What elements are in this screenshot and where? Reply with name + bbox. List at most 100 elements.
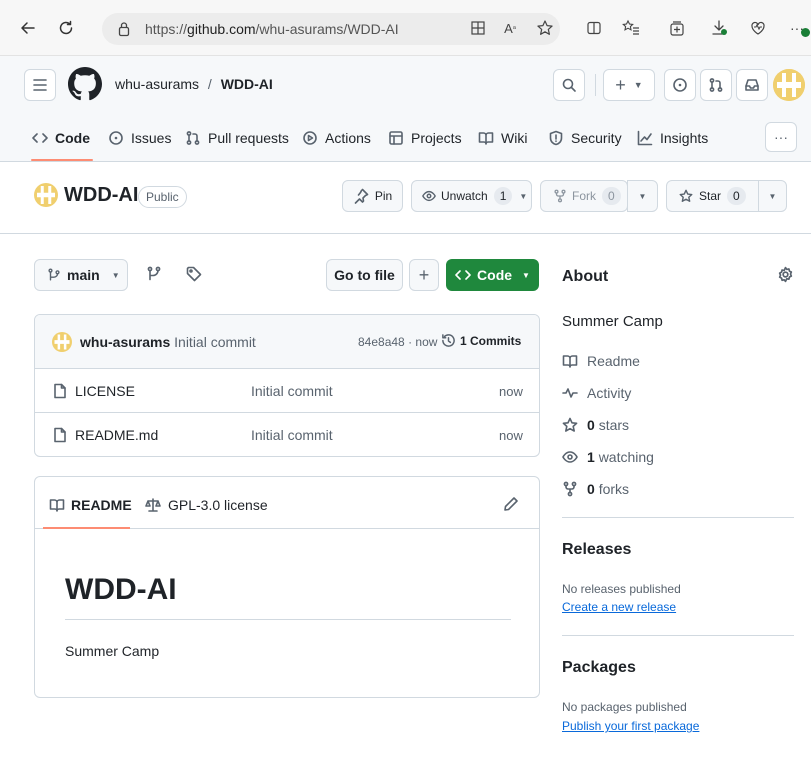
releases-empty-text: No releases published (562, 582, 681, 596)
create-new-button[interactable]: + ▼ (603, 69, 655, 101)
releases-title[interactable]: Releases (562, 541, 631, 559)
publish-package-link[interactable]: Publish your first package (562, 719, 699, 733)
breadcrumb-repo[interactable]: WDD-AI (221, 76, 273, 92)
lock-icon[interactable] (117, 21, 131, 37)
tab-wiki[interactable]: Wiki (478, 128, 527, 148)
unwatch-button[interactable]: Unwatch 1 ▼ (411, 180, 532, 212)
star-button[interactable]: Star 0 (666, 180, 759, 212)
pin-button[interactable]: Pin (342, 180, 403, 212)
about-activity-link[interactable]: Activity (562, 385, 631, 401)
about-stars-link[interactable]: 0 stars (562, 417, 629, 433)
caret-down-icon: ▼ (111, 270, 120, 280)
star-icon (562, 417, 578, 432)
packages-title[interactable]: Packages (562, 659, 636, 677)
pull-request-icon (709, 78, 723, 92)
issues-button[interactable] (664, 69, 696, 101)
fork-button[interactable]: Fork 0 (540, 180, 628, 212)
more-tabs-button[interactable]: ··· (765, 122, 797, 152)
go-to-file-button[interactable]: Go to file (326, 259, 403, 291)
favorite-star-icon[interactable] (535, 18, 555, 38)
readme-tab-indicator (43, 527, 130, 529)
law-scale-icon (145, 498, 161, 512)
downloads-icon[interactable] (709, 18, 729, 38)
commit-meta: 84e8a48 · now (358, 335, 438, 349)
eye-icon (562, 451, 578, 463)
fork-options-button[interactable]: ▼ (627, 180, 658, 212)
section-divider (0, 233, 811, 234)
caret-down-icon: ▼ (522, 270, 530, 280)
star-options-button[interactable]: ▼ (758, 180, 787, 212)
collections-icon[interactable] (667, 18, 687, 38)
settings-gear-icon[interactable] (777, 266, 794, 283)
commits-link[interactable]: 1 Commits (441, 333, 521, 348)
tab-pull-requests[interactable]: Pull requests (185, 128, 289, 148)
inbox-button[interactable] (736, 69, 768, 101)
file-icon (52, 383, 68, 399)
book-icon (49, 499, 65, 512)
branch-select[interactable]: main ▼ (34, 259, 128, 291)
left-gutter (0, 0, 8, 767)
search-button[interactable] (553, 69, 585, 101)
tab-security[interactable]: Security (548, 128, 622, 148)
edit-pencil-icon[interactable] (503, 496, 519, 512)
breadcrumb-separator: / (207, 76, 212, 92)
code-dropdown-button[interactable]: Code ▼ (446, 259, 539, 291)
tag-icon[interactable] (186, 266, 202, 282)
breadcrumb-owner[interactable]: whu-asurams (115, 76, 199, 92)
avatar[interactable] (773, 69, 805, 101)
branch-icon (48, 268, 60, 281)
repo-name[interactable]: WDD-AI (64, 184, 138, 207)
read-aloud-icon[interactable]: Aᵃ (500, 18, 520, 38)
play-icon (303, 131, 317, 145)
packages-empty-text: No packages published (562, 700, 687, 714)
tab-readme[interactable]: README (49, 497, 132, 513)
about-readme-link[interactable]: Readme (562, 353, 640, 369)
commit-message[interactable]: Initial commit (174, 334, 256, 350)
create-release-link[interactable]: Create a new release (562, 600, 676, 614)
active-tab-indicator (31, 159, 93, 161)
sidebar-divider (562, 635, 794, 636)
file-commit-message[interactable]: Initial commit (251, 383, 333, 399)
table-row[interactable]: LICENSE Initial commit now (35, 369, 539, 413)
commit-hash[interactable]: 84e8a48 (358, 335, 405, 349)
file-commit-message[interactable]: Initial commit (251, 427, 333, 443)
tab-projects[interactable]: Projects (388, 128, 462, 148)
kebab-icon: ··· (774, 129, 788, 145)
search-icon (562, 78, 576, 92)
about-watching-link[interactable]: 1 watching (562, 449, 654, 465)
commit-time: now (415, 335, 438, 349)
table-row[interactable]: README.md Initial commit now (35, 413, 539, 456)
github-logo-icon[interactable] (68, 67, 102, 101)
plus-icon: + (615, 75, 626, 95)
file-name[interactable]: LICENSE (75, 383, 135, 399)
browser-toolbar: https://github.com/whu-asurams/WDD-AI Aᵃ… (0, 0, 811, 56)
split-screen-icon[interactable] (584, 18, 604, 38)
tab-issues[interactable]: Issues (108, 128, 171, 148)
tab-code[interactable]: Code (32, 128, 90, 148)
readme-heading: WDD-AI (65, 573, 177, 606)
add-file-button[interactable]: + (409, 259, 439, 291)
address-bar[interactable]: https://github.com/whu-asurams/WDD-AI (102, 13, 560, 45)
favorites-icon[interactable] (621, 18, 641, 38)
hamburger-menu-button[interactable] (24, 69, 56, 101)
file-table: whu-asurams Initial commit 84e8a48 · now… (34, 314, 540, 457)
browser-essentials-icon[interactable] (748, 18, 768, 38)
branches-icon[interactable] (146, 266, 162, 282)
commit-author[interactable]: whu-asurams (80, 334, 170, 350)
visibility-badge: Public (138, 186, 187, 208)
caret-down-icon: ▼ (519, 191, 528, 201)
fork-icon (563, 481, 577, 497)
tab-insights[interactable]: Insights (637, 128, 708, 148)
back-arrow-icon[interactable] (18, 18, 38, 38)
pull-requests-button[interactable] (700, 69, 732, 101)
file-name[interactable]: README.md (75, 427, 158, 443)
book-icon (562, 355, 578, 368)
inbox-icon (745, 79, 759, 91)
tab-license[interactable]: GPL-3.0 license (145, 497, 268, 513)
app-available-icon[interactable] (468, 18, 488, 38)
sidebar-divider (562, 517, 794, 518)
tab-actions[interactable]: Actions (302, 128, 371, 148)
about-forks-link[interactable]: 0 forks (562, 481, 629, 497)
notification-dot (801, 28, 810, 37)
refresh-icon[interactable] (56, 18, 76, 38)
